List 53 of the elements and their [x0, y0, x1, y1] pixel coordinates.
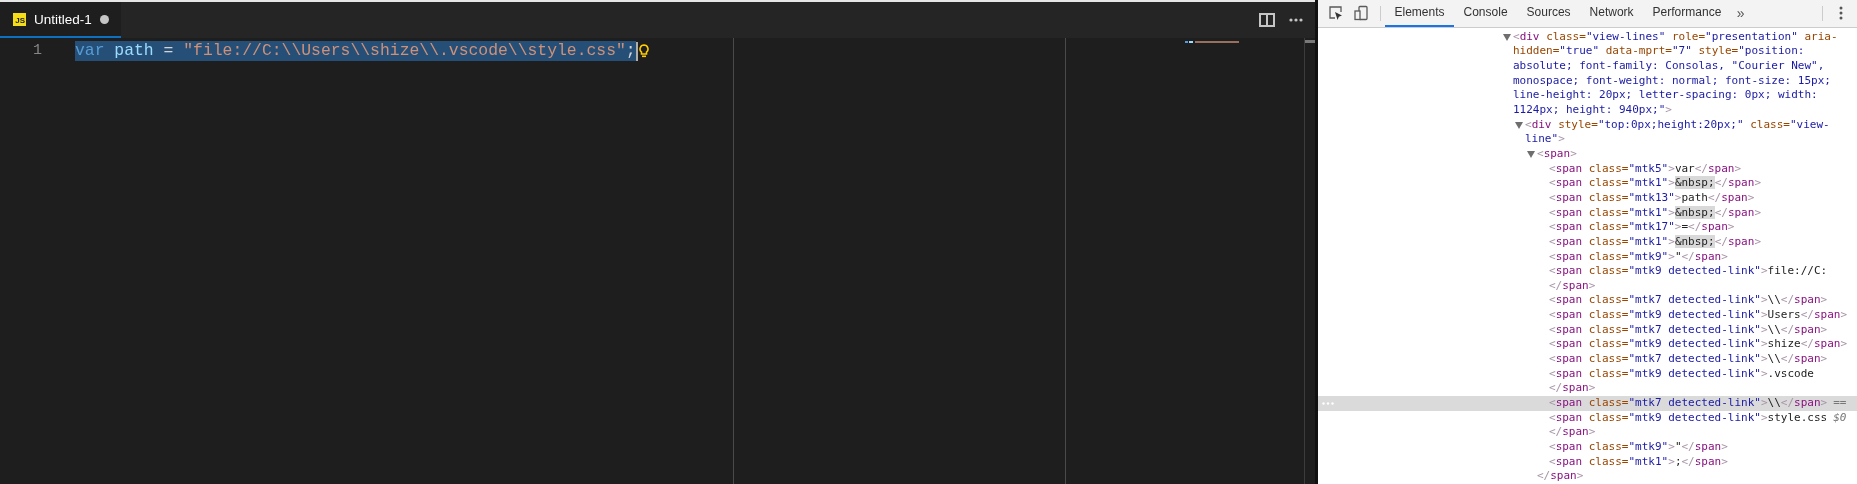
dom-tree-line[interactable]: </span>	[1549, 381, 1596, 397]
dom-tree-line[interactable]: </span>	[1549, 278, 1596, 294]
dom-tree-line[interactable]: <span class="mtk9 detected-link">file://C:	[1549, 264, 1828, 279]
dom-tree-line[interactable]: <span class="mtk17">=</span>	[1549, 220, 1735, 235]
dom-tree-line[interactable]: <span class="mtk7 detected-link">\\</span>	[1549, 293, 1828, 309]
dom-tree-line[interactable]: <span class="mtk9 detected-link">.vscode	[1549, 366, 1814, 382]
dom-tree-line[interactable]: 1124px; height: 940px;">	[1513, 102, 1672, 118]
menu-icon[interactable]	[1839, 6, 1843, 21]
editor-tab[interactable]: JS Untitled-1	[0, 2, 121, 38]
node-reference-marker: ==	[1833, 396, 1847, 411]
dom-tree-line[interactable]: <span class="mtk1">&nbsp;</span>	[1549, 205, 1761, 221]
dom-tree-line[interactable]: <div style="top:0px;height:20px;" class="view-	[1525, 117, 1830, 133]
dom-tree-line[interactable]: <span class="mtk13">path</span>	[1549, 190, 1755, 206]
dom-tree-line[interactable]: <span class="mtk9 detected-link">style.css	[1549, 410, 1828, 426]
node-reference-marker: $0	[1833, 410, 1847, 426]
dom-tree-line[interactable]: <div class="view-lines" role="presentation" aria-	[1513, 29, 1838, 45]
devtools-tab[interactable]: Console	[1454, 0, 1518, 27]
dom-tree-line[interactable]: <span class="mtk1">&nbsp;</span>	[1549, 234, 1761, 250]
dom-tree-line[interactable]: <span>	[1537, 146, 1577, 162]
dom-tree-line[interactable]: <span class="mtk9">"</span>	[1549, 440, 1728, 455]
javascript-file-icon: JS	[13, 12, 26, 26]
device-toolbar-icon[interactable]	[1353, 5, 1369, 22]
expand-triangle-icon[interactable]	[1503, 33, 1511, 41]
split-editor-icon[interactable]	[1259, 13, 1275, 27]
dom-tree-line[interactable]: line">	[1525, 132, 1565, 147]
dom-tree-line[interactable]: <span class="mtk1">&nbsp;</span>	[1549, 176, 1761, 191]
scrollbar-thumb[interactable]	[1305, 40, 1315, 43]
dom-tree-line[interactable]: <span class="mtk9">"</span>	[1549, 249, 1728, 265]
dom-tree-line[interactable]: monospace; font-weight: normal; font-size: 15px;	[1513, 73, 1831, 89]
expand-triangle-icon[interactable]	[1527, 150, 1535, 158]
dom-tree-line[interactable]: <span class="mtk1">;</span>	[1549, 454, 1728, 470]
devtools-tab[interactable]: Performance	[1643, 0, 1731, 27]
devtools-tab[interactable]: Sources	[1517, 0, 1581, 27]
dom-tree-line[interactable]: absolute; font-family: Consolas, "Courier New",	[1513, 58, 1825, 74]
dom-tree-line[interactable]: <span class="mtk5">var</span>	[1549, 161, 1742, 177]
dom-tree-line[interactable]: line-height: 20px; letter-spacing: 0px; width:	[1513, 88, 1818, 103]
expand-triangle-icon[interactable]	[1515, 121, 1523, 129]
more-actions-icon[interactable]	[1289, 18, 1303, 22]
dom-tree-line[interactable]: </span>	[1537, 469, 1584, 484]
dom-tree-line[interactable]: <span class="mtk7 detected-link">\\</span>	[1549, 396, 1828, 411]
dom-tree-line[interactable]: hidden="true" data-mprt="7" style="position:	[1513, 44, 1805, 59]
devtools-tab[interactable]: Elements	[1385, 0, 1455, 27]
inspect-element-icon[interactable]	[1328, 5, 1344, 22]
dom-tree-line[interactable]: </span>	[1549, 425, 1596, 441]
text-cursor	[635, 41, 638, 61]
devtools-tab[interactable]: Network	[1580, 0, 1644, 27]
line-number: 1	[32, 41, 42, 61]
dom-tree-line[interactable]: <span class="mtk7 detected-link">\\</span>	[1549, 352, 1828, 367]
dom-tree-line[interactable]: <span class="mtk7 detected-link">\\</span>	[1549, 322, 1828, 338]
dom-tree-line[interactable]: <span class="mtk9 detected-link">Users</span>	[1549, 308, 1848, 323]
lightbulb-icon[interactable]	[638, 43, 649, 59]
dom-tree-line[interactable]: <span class="mtk9 detected-link">shize</span>	[1549, 337, 1848, 353]
more-tabs-button[interactable]: »	[1730, 0, 1751, 27]
